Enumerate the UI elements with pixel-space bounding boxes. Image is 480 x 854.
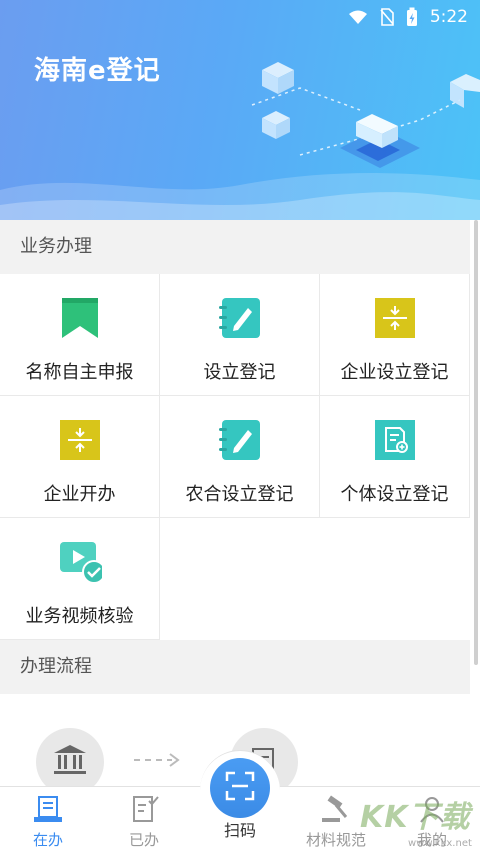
split-icon	[373, 296, 417, 340]
no-sim-icon	[380, 8, 394, 26]
bank-building-icon	[52, 743, 88, 781]
tab-in-progress[interactable]: 在办	[8, 787, 88, 854]
status-bar: 5:22	[348, 0, 480, 34]
status-time: 5:22	[429, 7, 468, 27]
tab-completed[interactable]: 已办	[104, 787, 184, 854]
business-item-cooperative-establishment[interactable]: 农合设立登记	[160, 396, 320, 518]
document-stack-icon	[33, 795, 63, 823]
business-item-label: 个体设立登记	[340, 484, 449, 505]
business-item-label: 名称自主申报	[25, 362, 134, 383]
business-item-label: 企业设立登记	[340, 362, 449, 383]
business-item-label: 农合设立登记	[185, 484, 294, 505]
gavel-icon	[320, 795, 352, 823]
business-item-name-declaration[interactable]: 名称自主申报	[0, 274, 160, 396]
business-item-establishment[interactable]: 设立登记	[160, 274, 320, 396]
notebook-edit-icon	[218, 418, 262, 462]
dashed-arrow-icon	[134, 752, 182, 772]
scrollbar[interactable]	[474, 220, 478, 665]
video-check-icon	[58, 540, 102, 584]
scan-button[interactable]	[210, 758, 270, 818]
business-item-label: 设立登记	[203, 362, 276, 383]
section-header-process: 办理流程	[0, 640, 470, 694]
section-header-business: 业务办理	[0, 220, 470, 274]
tab-label: 已办	[128, 831, 159, 849]
business-item-label: 业务视频核验	[25, 606, 134, 627]
document-check-icon	[129, 795, 159, 823]
tab-label: 材料规范	[305, 831, 366, 849]
bookmark-icon	[58, 296, 102, 340]
watermark-logo: KK下载	[360, 800, 471, 835]
tab-label: 在办	[32, 831, 63, 849]
business-item-enterprise-opening[interactable]: 企业开办	[0, 396, 160, 518]
business-item-label: 企业开办	[43, 484, 116, 505]
watermark-url: www.kkx.net	[408, 838, 472, 849]
business-grid: 名称自主申报 设立登记 企业设立登记 企业开办 农合设立登记 个体设立登记 业务…	[0, 274, 470, 640]
header-banner: 5:22 海南e登记	[0, 0, 480, 220]
scan-icon	[225, 771, 255, 805]
notebook-edit-icon	[218, 296, 262, 340]
business-item-video-verification[interactable]: 业务视频核验	[0, 518, 160, 640]
split-icon	[58, 418, 102, 462]
business-item-individual-establishment[interactable]: 个体设立登记	[320, 396, 470, 518]
app-title: 海南e登记	[34, 56, 161, 86]
business-item-enterprise-establishment[interactable]: 企业设立登记	[320, 274, 470, 396]
battery-charging-icon	[406, 7, 418, 27]
document-add-icon	[373, 418, 417, 462]
wifi-icon	[348, 9, 368, 25]
scan-label: 扫码	[223, 821, 256, 840]
